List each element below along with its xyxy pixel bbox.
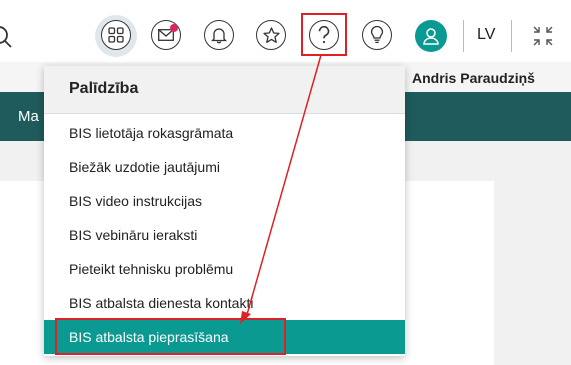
toolbar-divider [463,20,464,52]
language-switch[interactable]: LV [477,26,495,44]
collapse-icon[interactable] [531,24,555,48]
favorites-button[interactable] [256,20,286,50]
help-button-annotation [301,13,347,56]
help-menu-item-report-problem[interactable]: Pieteikt tehnisku problēmu [44,252,405,286]
help-dropdown-menu: Palīdzība BIS lietotāja rokasgrāmata Bie… [44,66,405,356]
notifications-button[interactable] [204,20,234,50]
apps-button[interactable] [101,20,131,50]
user-avatar-button[interactable] [415,20,447,52]
help-menu-item-user-manual[interactable]: BIS lietotāja rokasgrāmata [44,116,405,150]
apps-icon [108,27,124,43]
toolbar-divider [511,20,512,52]
user-name[interactable]: Andris Paraudziņš [412,70,535,86]
search-icon[interactable] [0,24,16,50]
help-menu-item-support-contacts[interactable]: BIS atbalsta dienesta kontakti [44,286,405,320]
help-menu-item-faq[interactable]: Biežāk uzdotie jautājumi [44,150,405,184]
nav-item-label[interactable]: Ma [18,108,39,125]
bell-icon [211,27,227,43]
ideas-button[interactable] [362,20,392,50]
notification-dot [170,24,178,32]
selected-item-annotation [55,318,286,355]
help-menu-item-webinar-recordings[interactable]: BIS vebināru ieraksti [44,218,405,252]
lightbulb-icon [370,26,384,44]
user-avatar-icon [423,28,439,45]
star-icon [262,26,280,43]
help-menu-item-video-instructions[interactable]: BIS video instrukcijas [44,184,405,218]
help-menu-title: Palīdzība [44,66,405,114]
